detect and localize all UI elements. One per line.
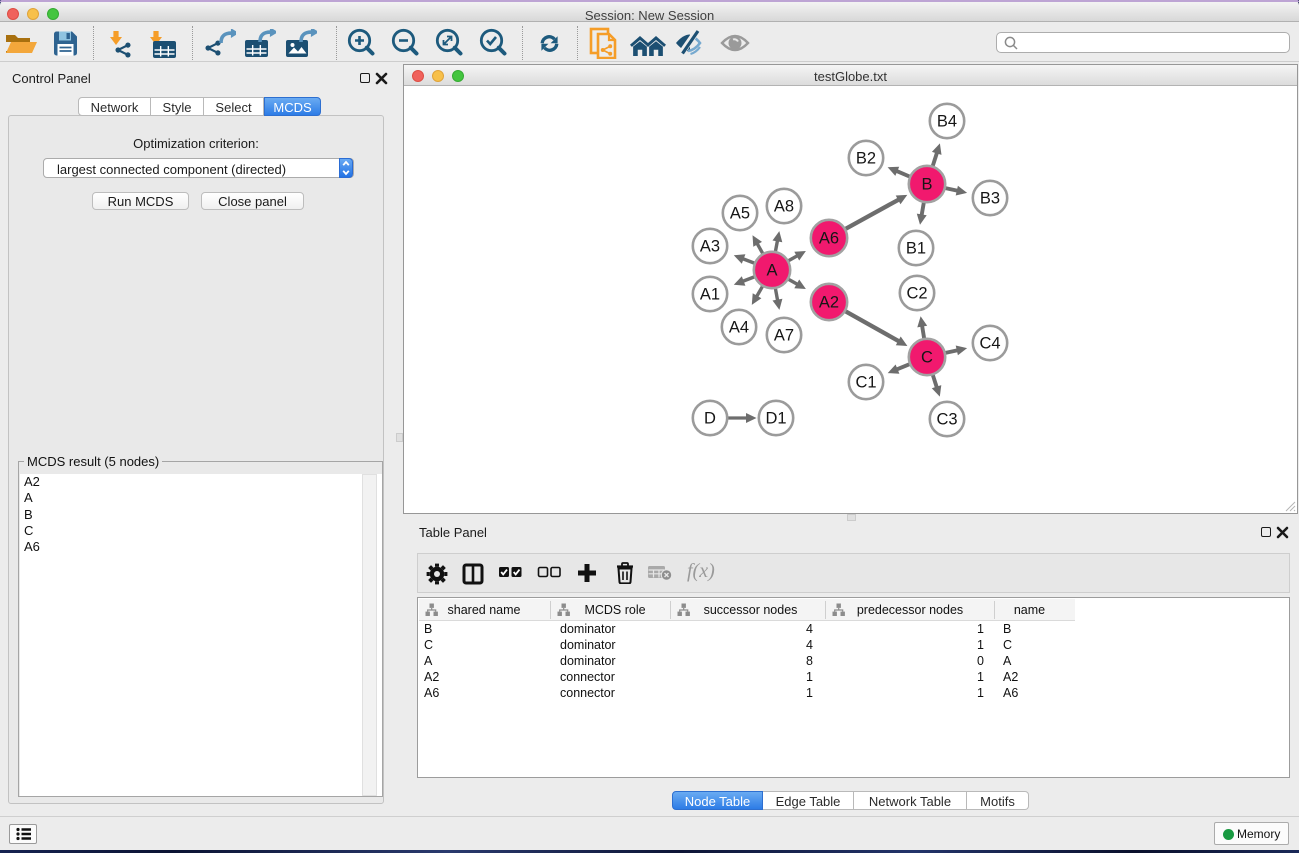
svg-text:A2: A2 [819,294,839,312]
svg-text:D: D [704,410,716,428]
svg-text:A4: A4 [729,319,749,337]
svg-text:C1: C1 [855,374,876,392]
svg-text:B4: B4 [937,113,957,131]
svg-text:A: A [766,262,777,280]
svg-text:A3: A3 [700,238,720,256]
svg-text:D1: D1 [765,410,786,428]
svg-text:A5: A5 [730,205,750,223]
svg-text:A6: A6 [819,230,839,248]
svg-text:B3: B3 [980,190,1000,208]
svg-text:B1: B1 [906,240,926,258]
svg-text:C3: C3 [936,411,957,429]
svg-text:B: B [921,176,932,194]
svg-text:A1: A1 [700,286,720,304]
svg-text:C: C [921,349,933,367]
svg-text:C2: C2 [906,285,927,303]
svg-text:B2: B2 [856,150,876,168]
svg-text:A8: A8 [774,198,794,216]
svg-text:C4: C4 [979,335,1000,353]
svg-text:A7: A7 [774,327,794,345]
